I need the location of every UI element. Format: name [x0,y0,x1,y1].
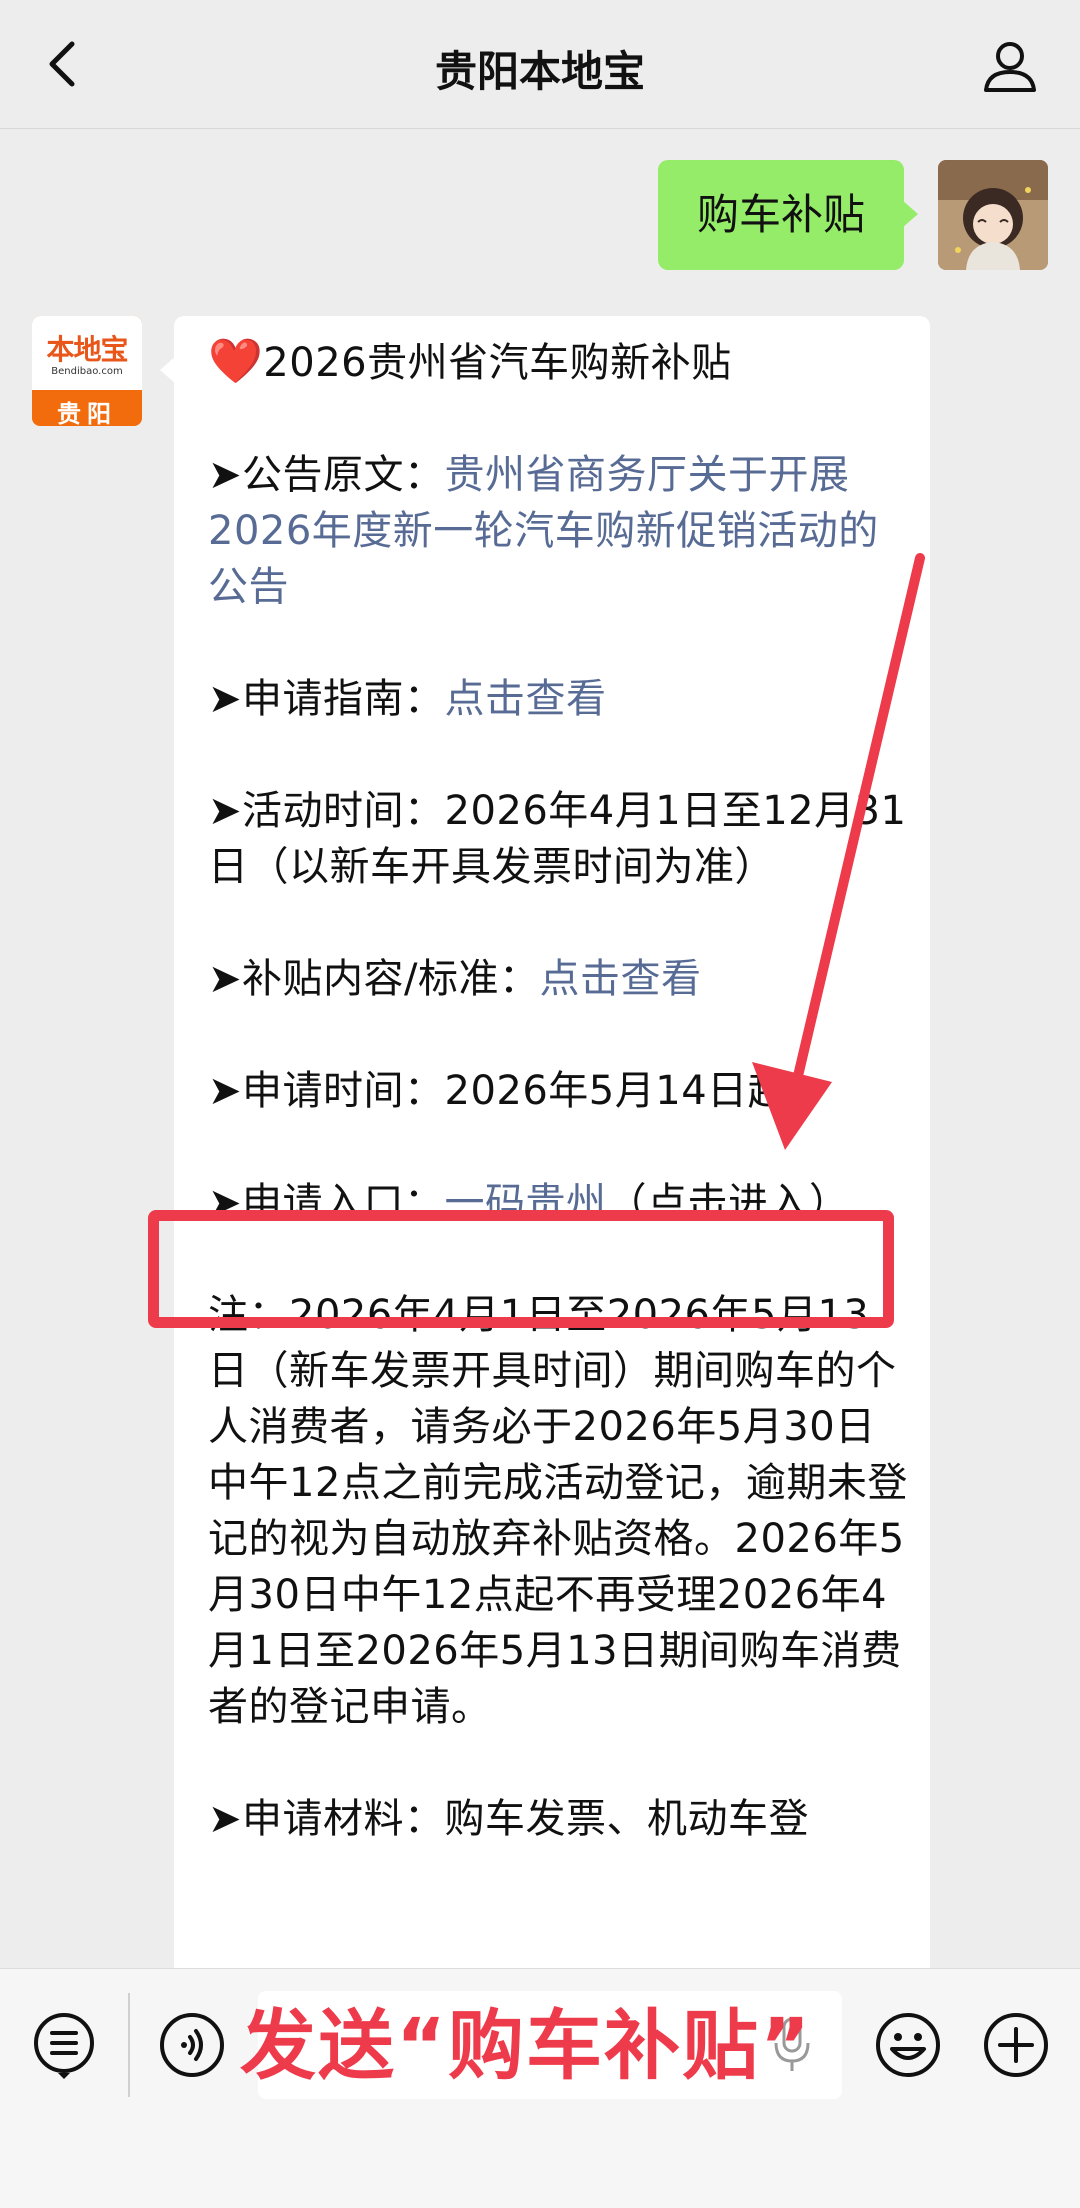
subsidy-line: ➤补贴内容/标准：点击查看 [208,956,702,1002]
heart-icon: ❤️ [208,336,264,387]
chat-header: 贵阳本地宝 [0,0,1080,129]
avatar-logo-text: 本地宝 [46,333,128,366]
chat-title: 贵阳本地宝 [434,47,645,96]
guide-link[interactable]: 点击查看 [445,676,607,722]
sent-message-bubble[interactable]: 购车补贴 [658,160,918,270]
highlight-box [148,1210,894,1328]
activity-time-line: ➤活动时间：2026年4月1日至12月31日（以新车开具发票时间为准） [208,788,907,890]
materials-line: ➤申请材料：购车发票、机动车登 [208,1796,810,1842]
announcement-line: ➤公告原文：贵州省商务厅关于开展2026年度新一轮汽车购新促销活动的公告 [208,452,879,610]
user-avatar-image [938,160,1048,270]
voice-icon[interactable] [156,2009,228,2081]
note-paragraph: 注：2026年4月1日至2026年5月13日（新车发票开具时间）期间购车的个人消… [208,1292,908,1730]
received-message-bubble: ❤️2026贵州省汽车购新补贴 ➤公告原文：贵州省商务厅关于开展2026年度新一… [174,316,930,2016]
person-icon[interactable] [980,36,1040,96]
message-title: ❤️2026贵州省汽车购新补贴 [208,336,732,387]
user-avatar[interactable] [938,160,1048,270]
subsidy-link[interactable]: 点击查看 [540,956,702,1002]
avatar-logo-domain: Bendibao.com [51,366,123,377]
avatar-city: 贵阳 [57,400,117,426]
smiley-icon[interactable] [872,2009,944,2081]
bendibao-avatar[interactable]: 本地宝 Bendibao.com 贵阳 [32,316,142,426]
guide-line: ➤申请指南：点击查看 [208,676,607,722]
list-menu-icon[interactable] [28,2009,100,2081]
apply-time-line: ➤申请时间：2026年5月14日起 [208,1068,789,1114]
message-content: ❤️2026贵州省汽车购新补贴 ➤公告原文：贵州省商务厅关于开展2026年度新一… [208,334,908,1903]
plus-circle-icon[interactable] [980,2009,1052,2081]
send-keyword-annotation: 发送“购车补贴” [240,2001,812,2090]
